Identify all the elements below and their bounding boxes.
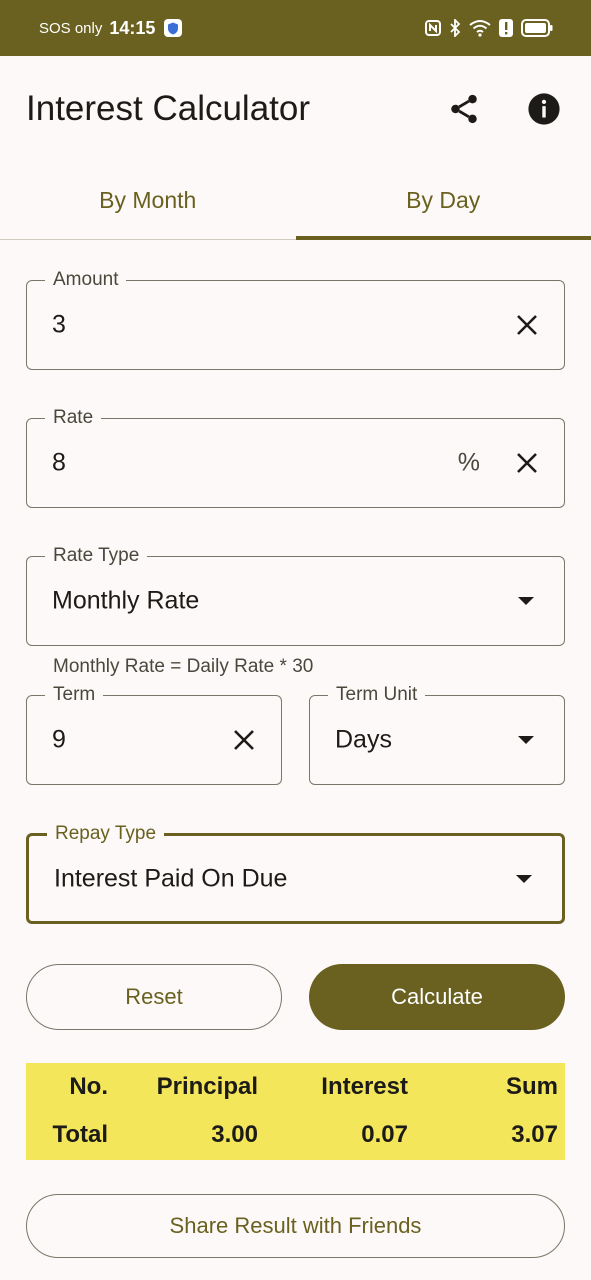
status-bar: SOS only 14:15 [0,0,591,56]
nfc-icon [425,20,441,36]
dropdown-arrow-icon[interactable] [516,874,532,883]
repay-type-select[interactable]: Repay Type Interest Paid On Due [26,822,565,924]
wifi-icon [469,19,491,37]
percent-suffix: % [457,448,480,477]
shield-icon [164,19,183,37]
app-bar: Interest Calculator [0,56,591,162]
rate-type-value: Monthly Rate [52,586,200,615]
dropdown-arrow-icon[interactable] [518,597,534,605]
repay-type-label: Repay Type [47,822,165,846]
rate-input[interactable]: 8 [52,449,66,478]
share-icon[interactable] [446,91,482,127]
total-interest: 0.07 [361,1121,408,1148]
rate-label: Rate [45,406,102,430]
tab-bar: By Month By Day [0,162,591,240]
term-unit-label: Term Unit [328,683,426,707]
close-icon[interactable] [512,448,542,478]
repay-type-value: Interest Paid On Due [54,864,288,892]
term-field[interactable]: Term 9 [26,683,282,785]
result-table: No. Principal Interest Sum Total 3.00 0.… [26,1063,565,1160]
rate-type-select[interactable]: Rate Type Monthly Rate [26,544,565,646]
term-label: Term [45,683,104,707]
bluetooth-icon [449,19,461,37]
row-label-total: Total [52,1121,108,1148]
rate-type-label: Rate Type [45,544,148,568]
close-icon[interactable] [512,310,542,340]
reset-button[interactable]: Reset [26,964,282,1030]
tab-by-month[interactable]: By Month [0,162,296,239]
header-principal: Principal [156,1073,258,1100]
calculate-button[interactable]: Calculate [309,964,565,1030]
amount-field[interactable]: Amount 3 [26,268,565,370]
amount-label: Amount [45,268,127,292]
info-icon[interactable] [526,91,562,127]
term-input[interactable]: 9 [52,726,66,755]
term-unit-select[interactable]: Term Unit Days [309,683,565,785]
dropdown-arrow-icon[interactable] [518,736,534,744]
amount-input[interactable]: 3 [52,311,66,340]
header-interest: Interest [321,1073,408,1100]
total-sum: 3.07 [511,1121,558,1148]
header-sum: Sum [505,1073,558,1100]
close-icon[interactable] [229,725,259,755]
total-principal: 3.00 [211,1121,258,1148]
share-result-button[interactable]: Share Result with Friends [26,1194,565,1258]
clock-time: 14:15 [109,17,156,38]
page-title: Interest Calculator [26,89,311,128]
battery-icon [521,19,553,37]
term-unit-value: Days [335,725,392,754]
rate-field[interactable]: Rate 8 % [26,406,565,508]
carrier-text: SOS only [39,19,103,37]
alert-icon [499,19,513,37]
header-no: No. [69,1073,108,1100]
tab-by-day[interactable]: By Day [295,162,591,240]
rate-type-helper-text: Monthly Rate = Daily Rate * 30 [53,656,314,677]
